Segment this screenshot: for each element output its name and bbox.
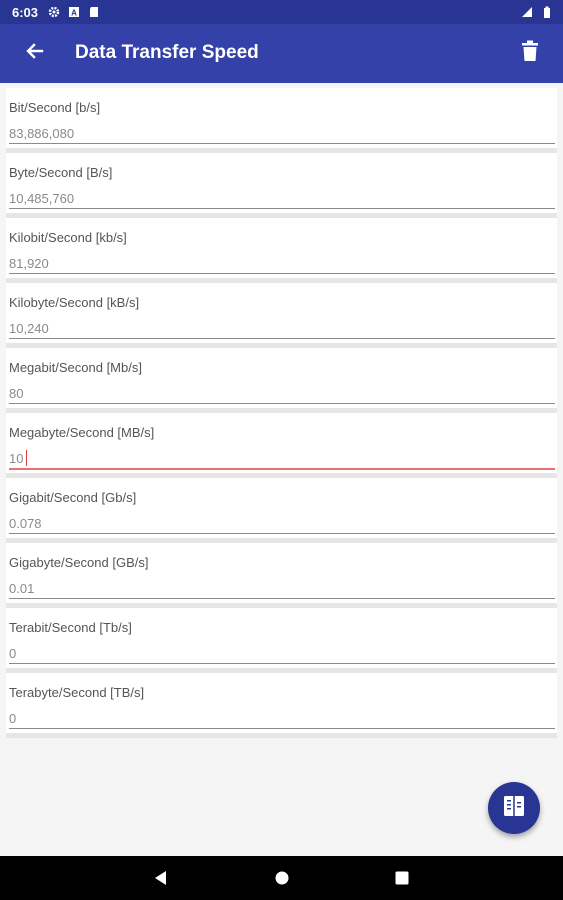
unit-value-input[interactable]: [9, 253, 555, 273]
unit-field-label: Terabyte/Second [TB/s]: [9, 685, 145, 700]
input-underline: [9, 208, 555, 209]
circle-home-icon: [272, 871, 292, 892]
delete-button[interactable]: [515, 38, 545, 68]
app-bar: Data Transfer Speed: [0, 24, 563, 83]
status-time: 6:03: [12, 4, 39, 20]
unit-field-card: Kilobit/Second [kb/s]: [6, 218, 557, 283]
unit-value-input[interactable]: [9, 448, 555, 468]
unit-field-label: Gigabit/Second [Gb/s]: [9, 490, 137, 505]
input-underline: [9, 728, 555, 729]
unit-field-label: Megabyte/Second [MB/s]: [9, 425, 155, 440]
input-underline: [9, 533, 555, 534]
square-recents-icon: [392, 871, 412, 892]
converter-fab-button[interactable]: [488, 782, 540, 834]
sd-card-icon: [88, 6, 100, 18]
input-underline: [9, 598, 555, 599]
input-underline: [9, 663, 555, 664]
text-cursor: [26, 450, 27, 466]
input-underline: [9, 273, 555, 274]
unit-field-card: Kilobyte/Second [kB/s]: [6, 283, 557, 348]
unit-value-input[interactable]: [9, 188, 555, 208]
unit-field-label: Kilobit/Second [kb/s]: [9, 230, 127, 245]
battery-icon: [541, 6, 553, 18]
unit-field-card: Megabit/Second [Mb/s]: [6, 348, 557, 413]
unit-value-input[interactable]: [9, 123, 555, 143]
unit-field-card: Byte/Second [B/s]: [6, 153, 557, 218]
trash-icon: [521, 40, 539, 67]
input-underline: [9, 403, 555, 404]
triangle-back-icon: [151, 871, 171, 892]
unit-field-card: Terabit/Second [Tb/s]: [6, 608, 557, 673]
arrow-back-icon: [25, 41, 45, 66]
gear-icon: [48, 6, 60, 18]
unit-field-label: Terabit/Second [Tb/s]: [9, 620, 132, 635]
unit-value-input[interactable]: [9, 318, 555, 338]
svg-text:A: A: [71, 9, 77, 18]
unit-field-card: Terabyte/Second [TB/s]: [6, 673, 557, 738]
unit-field-card: Gigabyte/Second [GB/s]: [6, 543, 557, 608]
unit-field-label: Gigabyte/Second [GB/s]: [9, 555, 149, 570]
back-button[interactable]: [20, 38, 50, 68]
unit-value-input[interactable]: [9, 643, 555, 663]
nav-recents-button[interactable]: [392, 868, 412, 888]
unit-field-label: Bit/Second [b/s]: [9, 100, 101, 115]
unit-value-input[interactable]: [9, 708, 555, 728]
status-bar: 6:03 A: [0, 0, 563, 24]
nav-home-button[interactable]: [272, 868, 292, 888]
unit-field-card: Bit/Second [b/s]: [6, 88, 557, 153]
unit-field-label: Kilobyte/Second [kB/s]: [9, 295, 140, 310]
unit-field-list: Bit/Second [b/s] Byte/Second [B/s] Kilobit…: [0, 88, 563, 738]
unit-value-input[interactable]: [9, 383, 555, 403]
input-underline: [9, 338, 555, 339]
unit-field-label: Megabit/Second [Mb/s]: [9, 360, 142, 375]
unit-value-input[interactable]: [9, 513, 555, 533]
input-underline: [9, 468, 555, 470]
converter-icon: [502, 794, 526, 823]
unit-field-card: Gigabit/Second [Gb/s]: [6, 478, 557, 543]
signal-icon: [521, 6, 533, 18]
unit-field-label: Byte/Second [B/s]: [9, 165, 113, 180]
input-underline: [9, 143, 555, 144]
system-nav-bar: [0, 856, 563, 900]
page-title: Data Transfer Speed: [75, 42, 259, 63]
unit-field-card: Megabyte/Second [MB/s]: [6, 413, 557, 478]
a-badge-icon: A: [68, 6, 80, 18]
unit-value-input[interactable]: [9, 578, 555, 598]
nav-back-button[interactable]: [151, 868, 171, 888]
